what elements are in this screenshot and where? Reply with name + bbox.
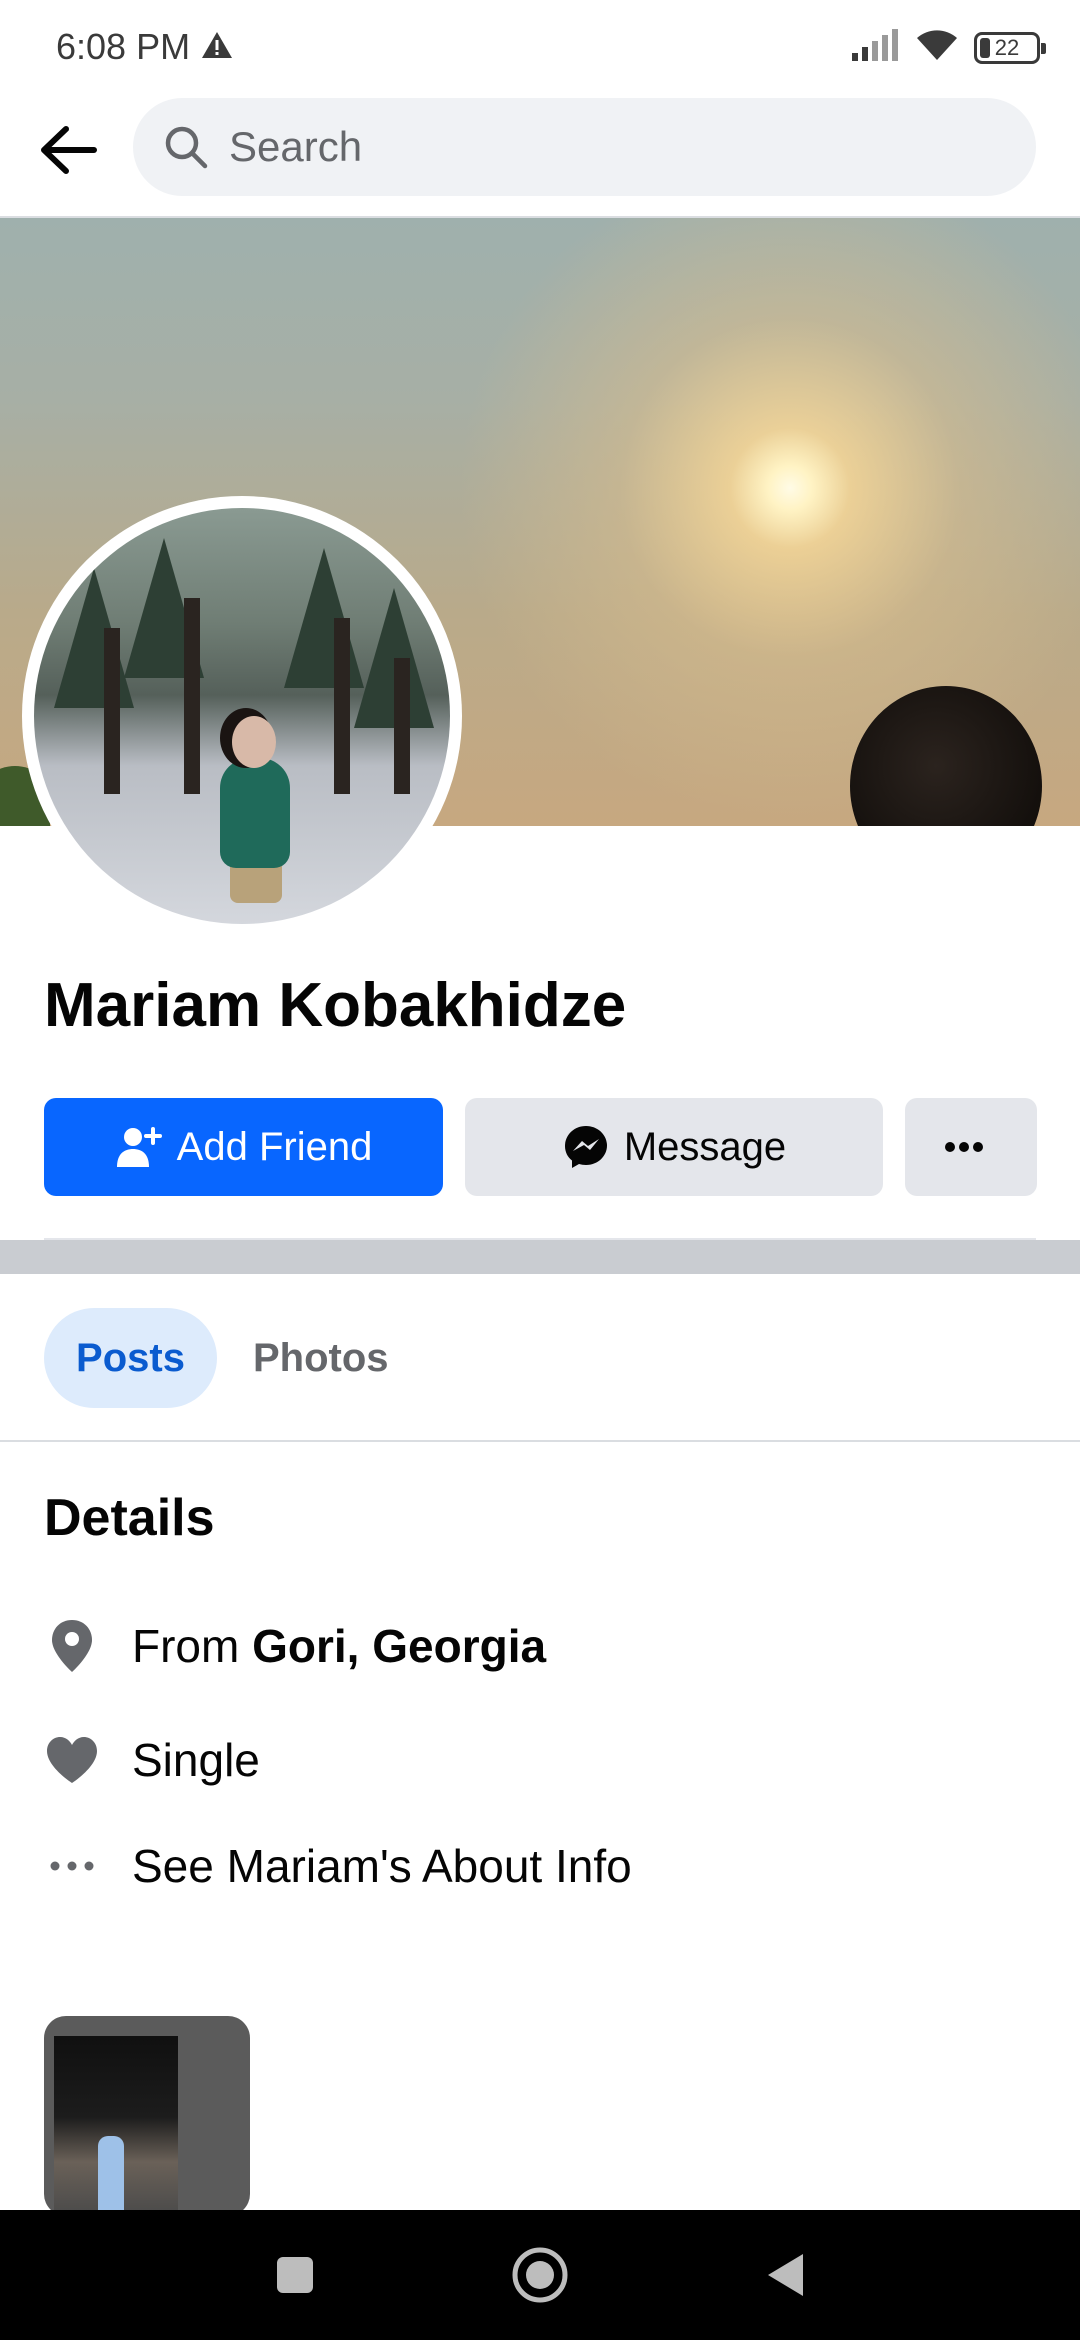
message-button[interactable]: Message xyxy=(465,1098,883,1196)
top-app-bar: Search xyxy=(0,90,1080,218)
profile-name: Mariam Kobakhidze xyxy=(44,971,627,1040)
search-icon xyxy=(165,126,208,169)
cover-silhouette xyxy=(850,686,1042,826)
divider xyxy=(0,1440,1080,1442)
arrow-left-icon xyxy=(41,126,97,174)
avatar xyxy=(34,508,450,924)
featured-photo-image xyxy=(54,2036,178,2216)
messenger-icon xyxy=(564,1126,607,1168)
battery-level: 22 xyxy=(994,34,1020,60)
location-pin-icon xyxy=(44,1618,100,1674)
profile-tabs: Posts Photos xyxy=(44,1308,413,1408)
nav-back-button[interactable] xyxy=(720,2210,850,2340)
section-separator xyxy=(0,1240,1080,1274)
status-bar: 6:08 PM 22 xyxy=(0,0,1080,90)
recents-square-icon xyxy=(277,2257,313,2293)
profile-actions: Add Friend Message xyxy=(44,1098,1037,1196)
message-label: Message xyxy=(623,1124,787,1169)
warning-icon xyxy=(200,30,234,65)
add-friend-button[interactable]: Add Friend xyxy=(44,1098,443,1196)
search-input[interactable]: Search xyxy=(133,98,1036,196)
heart-icon xyxy=(44,1732,100,1788)
add-friend-icon xyxy=(116,1127,162,1167)
status-time: 6:08 PM xyxy=(56,26,191,67)
about-info-link[interactable]: See Mariam's About Info xyxy=(44,1838,632,1894)
relationship-status: Single xyxy=(132,1734,260,1786)
tab-photos[interactable]: Photos xyxy=(229,1308,413,1408)
system-nav-bar xyxy=(0,2210,1080,2340)
signal-icon xyxy=(852,29,900,66)
about-link-label: See Mariam's About Info xyxy=(132,1840,632,1892)
tab-posts[interactable]: Posts xyxy=(44,1308,217,1408)
home-button[interactable] xyxy=(475,2210,605,2340)
home-circle-icon xyxy=(512,2247,568,2303)
detail-relationship: Single xyxy=(44,1732,260,1788)
more-dots-icon xyxy=(945,1142,983,1152)
hometown-prefix: From xyxy=(132,1620,240,1672)
add-friend-label: Add Friend xyxy=(176,1124,373,1169)
hometown-value: Gori, Georgia xyxy=(252,1620,547,1672)
search-placeholder: Search xyxy=(229,123,363,170)
featured-photo-thumbnail[interactable] xyxy=(44,2016,250,2216)
status-icons: 22 xyxy=(852,28,1046,67)
more-dots-icon xyxy=(44,1838,100,1894)
back-triangle-icon xyxy=(768,2254,803,2296)
detail-hometown: From Gori, Georgia xyxy=(44,1618,546,1674)
wifi-icon xyxy=(914,28,960,67)
profile-picture[interactable] xyxy=(22,496,462,936)
more-options-button[interactable] xyxy=(905,1098,1037,1196)
back-button[interactable] xyxy=(30,112,106,188)
recents-button[interactable] xyxy=(230,2210,360,2340)
battery-icon: 22 xyxy=(974,31,1046,64)
details-heading: Details xyxy=(44,1489,215,1547)
